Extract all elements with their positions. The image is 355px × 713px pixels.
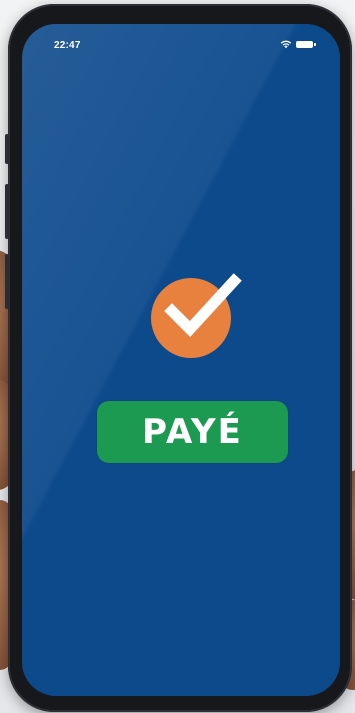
phone-frame: 22:47 PAYÉ (5, 4, 352, 712)
phone-screen: 22:47 PAYÉ (22, 24, 340, 696)
checkmark-icon (164, 273, 242, 337)
paid-label: PAYÉ (142, 412, 243, 452)
status-bar: 22:47 (22, 24, 340, 58)
phone-side-button (5, 184, 9, 239)
paid-status-badge: PAYÉ (97, 401, 288, 463)
screen-glare (22, 24, 340, 696)
status-time: 22:47 (54, 40, 81, 51)
phone-side-button (5, 134, 9, 164)
wifi-icon (280, 40, 292, 49)
phone-side-button (5, 254, 9, 309)
battery-icon (296, 41, 316, 48)
photo-scene: 22:47 PAYÉ (0, 0, 355, 713)
